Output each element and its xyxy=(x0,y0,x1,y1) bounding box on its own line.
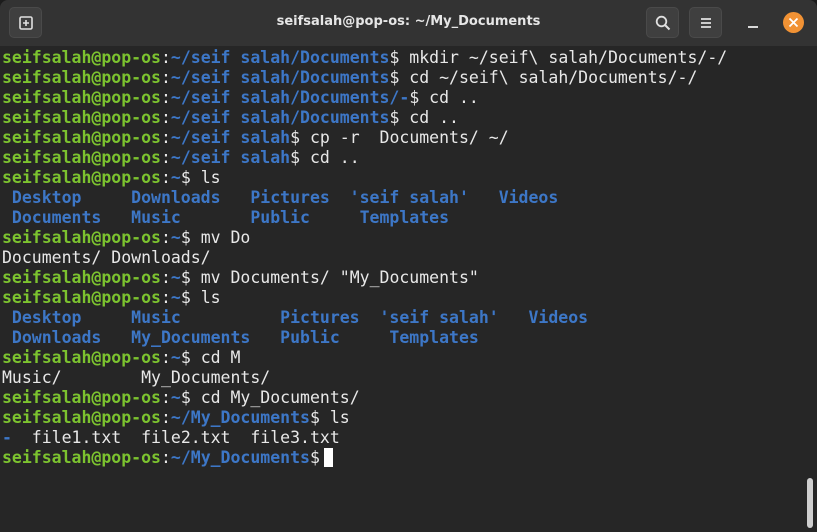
prompt-user: seifsalah@pop-os xyxy=(2,228,161,247)
minimize-button[interactable] xyxy=(743,13,763,33)
terminal-line: seifsalah@pop-os:~/My_Documents$ xyxy=(2,448,802,468)
terminal-line: Downloads My_Documents Public Templates xyxy=(2,328,802,348)
terminal-text: : xyxy=(160,88,171,107)
terminal-text: $ ls xyxy=(180,288,221,307)
terminal-line: seifsalah@pop-os:~/seif salah/Documents$… xyxy=(2,68,802,88)
text-cursor xyxy=(323,448,333,467)
terminal-text: $ cd .. xyxy=(389,108,459,127)
terminal-text: $ xyxy=(309,448,320,467)
terminal-text: $ mv Do xyxy=(180,228,251,247)
scrollbar[interactable] xyxy=(807,478,813,528)
prompt-user: seifsalah@pop-os xyxy=(2,108,161,127)
search-button[interactable] xyxy=(646,7,679,38)
terminal-line: Music/ My_Documents/ xyxy=(2,368,802,388)
prompt-path: ~ xyxy=(170,288,181,307)
hamburger-menu-icon xyxy=(700,17,711,28)
terminal-line: seifsalah@pop-os:~/seif salah/Documents/… xyxy=(2,88,802,108)
prompt-user: seifsalah@pop-os xyxy=(2,288,161,307)
directory-listing: Documents Music Public Templates xyxy=(2,208,450,227)
terminal-text: : xyxy=(160,48,171,67)
prompt-user: seifsalah@pop-os xyxy=(2,48,161,67)
directory-listing: Downloads My_Documents Public Templates xyxy=(2,328,479,347)
terminal-text: : xyxy=(160,268,171,287)
terminal-text: : xyxy=(160,108,171,127)
terminal-text: : xyxy=(160,128,171,147)
prompt-user: seifsalah@pop-os xyxy=(2,408,161,427)
prompt-user: seifsalah@pop-os xyxy=(2,448,161,467)
prompt-path: ~/seif salah/Documents xyxy=(170,108,390,127)
terminal-text: : xyxy=(160,228,171,247)
terminal-text: $ cd M xyxy=(180,348,241,367)
prompt-path: ~ xyxy=(170,268,181,287)
terminal-output[interactable]: seifsalah@pop-os:~/seif salah/Documents$… xyxy=(2,48,802,528)
terminal-text: : xyxy=(160,408,171,427)
terminal-line: Documents/ Downloads/ xyxy=(2,248,802,268)
minimize-icon xyxy=(748,26,758,28)
prompt-path: ~ xyxy=(170,388,181,407)
terminal-text: : xyxy=(160,448,171,467)
terminal-line: seifsalah@pop-os:~/My_Documents$ ls xyxy=(2,408,802,428)
prompt-path: ~ xyxy=(170,228,181,247)
terminal-line: Desktop Downloads Pictures 'seif salah' … xyxy=(2,188,802,208)
terminal-line: seifsalah@pop-os:~/seif salah/Documents$… xyxy=(2,108,802,128)
prompt-user: seifsalah@pop-os xyxy=(2,268,161,287)
menu-button[interactable] xyxy=(689,7,722,38)
terminal-line: seifsalah@pop-os:~$ mv Documents/ "My_Do… xyxy=(2,268,802,288)
terminal-text: $ ls xyxy=(309,408,350,427)
terminal-text: : xyxy=(160,288,171,307)
terminal-text: : xyxy=(160,168,171,187)
search-icon xyxy=(655,15,670,30)
prompt-path: ~/seif salah xyxy=(170,128,291,147)
terminal-text: Documents/ Downloads/ xyxy=(2,248,211,267)
prompt-user: seifsalah@pop-os xyxy=(2,388,161,407)
terminal-line: seifsalah@pop-os:~$ mv Do xyxy=(2,228,802,248)
terminal-line: seifsalah@pop-os:~$ cd M xyxy=(2,348,802,368)
terminal-window: seifsalah@pop-os: ~/My_Documents seifsal… xyxy=(0,0,817,532)
close-icon xyxy=(788,17,799,28)
terminal-text: $ ls xyxy=(180,168,221,187)
terminal-line: seifsalah@pop-os:~/seif salah$ cp -r Doc… xyxy=(2,128,802,148)
prompt-path: ~/seif salah/Documents/- xyxy=(170,88,410,107)
terminal-line: seifsalah@pop-os:~/seif salah$ cd .. xyxy=(2,148,802,168)
close-button[interactable] xyxy=(783,12,804,33)
prompt-path: ~ xyxy=(170,168,181,187)
terminal-text: $ mv Documents/ "My_Documents" xyxy=(180,268,479,287)
terminal-line: seifsalah@pop-os:~$ ls xyxy=(2,288,802,308)
terminal-text: $ cd My_Documents/ xyxy=(180,388,360,407)
prompt-user: seifsalah@pop-os xyxy=(2,168,161,187)
terminal-text: Music/ My_Documents/ xyxy=(2,368,271,387)
prompt-user: seifsalah@pop-os xyxy=(2,348,161,367)
terminal-text: : xyxy=(160,388,171,407)
terminal-text: : xyxy=(160,148,171,167)
terminal-text: $ mkdir ~/seif\ salah/Documents/-/ xyxy=(389,48,728,67)
terminal-text: file1.txt file2.txt file3.txt xyxy=(11,428,340,447)
directory-listing: Desktop Downloads Pictures 'seif salah' … xyxy=(2,188,559,207)
terminal-text: : xyxy=(160,68,171,87)
terminal-line: seifsalah@pop-os:~$ ls xyxy=(2,168,802,188)
terminal-text: $ cd .. xyxy=(409,88,479,107)
prompt-user: seifsalah@pop-os xyxy=(2,148,161,167)
prompt-path: ~/My_Documents xyxy=(170,448,310,467)
prompt-path: ~/seif salah/Documents xyxy=(170,48,390,67)
prompt-user: seifsalah@pop-os xyxy=(2,88,161,107)
terminal-line: seifsalah@pop-os:~/seif salah/Documents$… xyxy=(2,48,802,68)
terminal-line: Documents Music Public Templates xyxy=(2,208,802,228)
prompt-path: ~ xyxy=(170,348,181,367)
title-bar[interactable]: seifsalah@pop-os: ~/My_Documents xyxy=(0,0,817,46)
terminal-text: $ cd ~/seif\ salah/Documents/-/ xyxy=(389,68,698,87)
prompt-path: ~/seif salah xyxy=(170,148,291,167)
prompt-user: seifsalah@pop-os xyxy=(2,68,161,87)
terminal-line: Desktop Music Pictures 'seif salah' Vide… xyxy=(2,308,802,328)
prompt-path: ~/My_Documents xyxy=(170,408,310,427)
prompt-path: ~/seif salah/Documents xyxy=(170,68,390,87)
terminal-line: - file1.txt file2.txt file3.txt xyxy=(2,428,802,448)
terminal-text: $ cd .. xyxy=(290,148,360,167)
directory-listing: - xyxy=(2,428,12,447)
directory-listing: Desktop Music Pictures 'seif salah' Vide… xyxy=(2,308,589,327)
terminal-line: seifsalah@pop-os:~$ cd My_Documents/ xyxy=(2,388,802,408)
prompt-user: seifsalah@pop-os xyxy=(2,128,161,147)
terminal-text: $ cp -r Documents/ ~/ xyxy=(290,128,509,147)
terminal-text: : xyxy=(160,348,171,367)
